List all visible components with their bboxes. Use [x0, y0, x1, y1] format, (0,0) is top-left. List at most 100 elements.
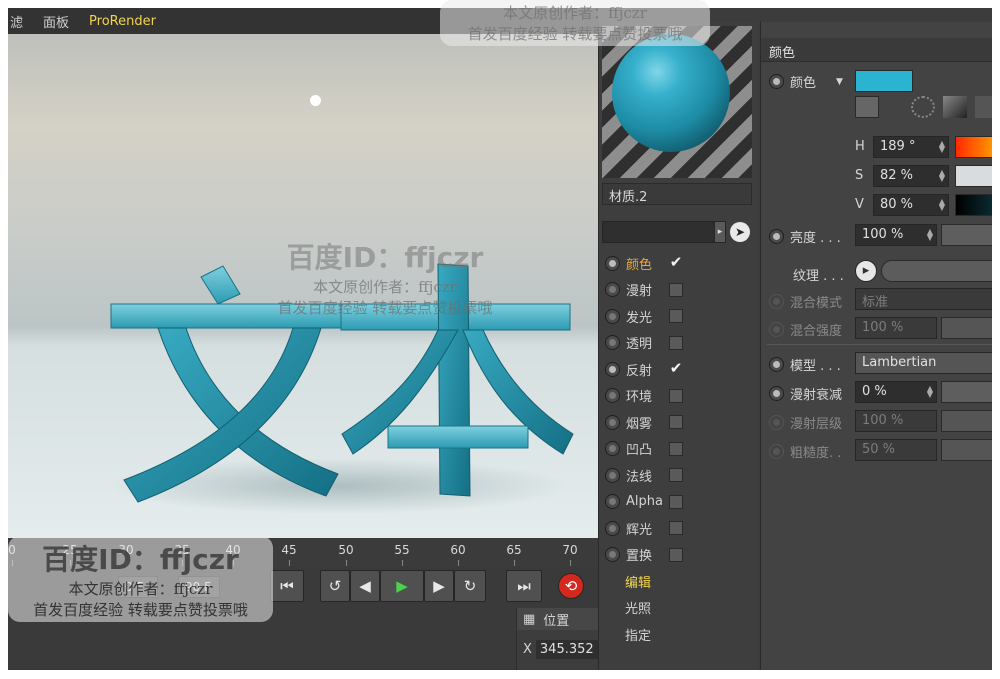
- image-picker-icon[interactable]: [975, 96, 992, 118]
- blend-mode-select[interactable]: 标准: [855, 288, 992, 310]
- param-radio[interactable]: [769, 74, 784, 89]
- channel-checkbox[interactable]: ✔: [669, 361, 683, 376]
- material-preview[interactable]: [602, 26, 752, 178]
- channel-radio[interactable]: [605, 361, 620, 377]
- prev-key-button[interactable]: ↺: [320, 570, 350, 602]
- menu-prorender[interactable]: ProRender: [89, 14, 156, 29]
- channel-transparency[interactable]: 透明: [599, 330, 759, 357]
- brightness-field[interactable]: 100 % ▲ ▼: [855, 224, 937, 246]
- channel-glow[interactable]: 辉光: [599, 515, 759, 542]
- timeline-ruler[interactable]: 0 25 30 35 40 45 50 55 60 65 70: [8, 538, 598, 566]
- diffuse-falloff-field[interactable]: 0 % ▲ ▼: [855, 381, 937, 403]
- channel-checkbox[interactable]: [669, 468, 683, 483]
- next-key-button[interactable]: ↻: [454, 570, 486, 602]
- channel-fog[interactable]: 烟雾: [599, 409, 759, 436]
- roughness-field[interactable]: 50 %: [855, 439, 937, 461]
- material-name-field[interactable]: 材质.2: [602, 183, 752, 205]
- spinner-icon[interactable]: ▲ ▼: [939, 140, 945, 154]
- channel-checkbox[interactable]: [669, 335, 683, 350]
- channel-diffusion[interactable]: 漫射: [599, 277, 759, 304]
- next-frame-button[interactable]: ▶: [424, 570, 454, 602]
- end-frame-field[interactable]: 90 F: [178, 576, 220, 598]
- channel-radio[interactable]: [605, 388, 620, 404]
- diffuse-level-field[interactable]: 100 %: [855, 410, 937, 432]
- hue-gradient[interactable]: [955, 136, 992, 158]
- texture-play-button[interactable]: ▸: [855, 260, 877, 282]
- record-button[interactable]: ⟲: [558, 573, 584, 599]
- value-gradient[interactable]: [955, 194, 992, 216]
- go-to-start-button[interactable]: ⏮: [270, 570, 304, 602]
- channel-checkbox[interactable]: [669, 494, 683, 509]
- color-wheel-icon[interactable]: [911, 96, 935, 118]
- channel-alpha[interactable]: Alpha: [599, 489, 759, 516]
- diffuse-falloff-slider[interactable]: [941, 381, 992, 403]
- blend-strength-field[interactable]: 100 %: [855, 317, 937, 339]
- channel-radio[interactable]: [605, 494, 620, 510]
- param-radio[interactable]: [769, 444, 784, 459]
- color-swatch[interactable]: [855, 70, 913, 92]
- param-radio[interactable]: [769, 322, 784, 337]
- tab-assign[interactable]: 指定: [599, 621, 759, 648]
- channel-radio[interactable]: [605, 308, 620, 324]
- channel-radio[interactable]: [605, 520, 620, 536]
- channel-checkbox[interactable]: [669, 309, 683, 324]
- channel-checkbox[interactable]: [669, 441, 683, 456]
- channel-displacement[interactable]: 置换: [599, 542, 759, 569]
- channel-radio[interactable]: [605, 467, 620, 483]
- 3d-text-object[interactable]: [8, 34, 598, 538]
- tab-editor[interactable]: 编辑: [599, 568, 759, 595]
- param-radio[interactable]: [769, 294, 784, 309]
- spinner-icon[interactable]: ▲ ▼: [939, 169, 945, 183]
- value-field[interactable]: 80 % ▲ ▼: [873, 194, 949, 216]
- spinner-icon[interactable]: ▲ ▼: [927, 385, 933, 399]
- channel-color[interactable]: 颜色 ✔: [599, 250, 759, 277]
- channel-radio[interactable]: [605, 255, 620, 271]
- diffuse-level-slider[interactable]: [941, 410, 992, 432]
- channel-radio[interactable]: [605, 282, 620, 298]
- spinner-icon[interactable]: ▲ ▼: [939, 198, 945, 212]
- roughness-slider[interactable]: [941, 439, 992, 461]
- param-radio[interactable]: [769, 357, 784, 372]
- channel-checkbox[interactable]: [669, 547, 683, 562]
- menu-panel[interactable]: 面板: [43, 12, 69, 31]
- tab-illumination[interactable]: 光照: [599, 595, 759, 622]
- channel-radio[interactable]: [605, 547, 620, 563]
- dropdown-arrow-icon[interactable]: ▸: [714, 221, 726, 243]
- brightness-slider[interactable]: [941, 224, 992, 246]
- position-x-field[interactable]: 345.352: [535, 640, 598, 659]
- spinner-icon[interactable]: ▲ ▼: [927, 228, 933, 242]
- channel-checkbox[interactable]: [669, 388, 683, 403]
- param-radio[interactable]: [769, 415, 784, 430]
- model-select[interactable]: Lambertian: [855, 352, 992, 374]
- param-radio[interactable]: [769, 386, 784, 401]
- channel-radio[interactable]: [605, 441, 620, 457]
- param-radio[interactable]: [769, 229, 784, 244]
- color-spectrum-icon[interactable]: [943, 96, 967, 118]
- channel-normal[interactable]: 法线: [599, 462, 759, 489]
- channel-checkbox[interactable]: [669, 415, 683, 430]
- channel-checkbox[interactable]: [669, 282, 683, 297]
- 3d-viewport[interactable]: [8, 34, 598, 538]
- prev-frame-button[interactable]: ◀: [350, 570, 380, 602]
- channel-checkbox[interactable]: ✔: [669, 255, 683, 270]
- hue-field[interactable]: 189 ° ▲ ▼: [873, 136, 949, 158]
- texture-slot[interactable]: [881, 260, 992, 282]
- start-frame-field[interactable]: 0 F: [118, 576, 158, 598]
- blend-strength-slider[interactable]: [941, 317, 992, 339]
- material-dropdown[interactable]: [602, 221, 724, 243]
- play-button[interactable]: ▶: [380, 570, 424, 602]
- channel-checkbox[interactable]: [669, 521, 683, 536]
- channel-luminance[interactable]: 发光: [599, 303, 759, 330]
- channel-reflectance[interactable]: 反射 ✔: [599, 356, 759, 383]
- menu-filter[interactable]: 滤: [10, 12, 23, 31]
- go-to-end-button[interactable]: ⏭: [506, 570, 542, 602]
- channel-radio[interactable]: [605, 335, 620, 351]
- saturation-field[interactable]: 82 % ▲ ▼: [873, 165, 949, 187]
- channel-bump[interactable]: 凹凸: [599, 436, 759, 463]
- channel-environment[interactable]: 环境: [599, 383, 759, 410]
- color-picker-icon[interactable]: [855, 96, 879, 118]
- channel-radio[interactable]: [605, 414, 620, 430]
- cursor-pick-icon[interactable]: ➤: [730, 222, 750, 242]
- saturation-gradient[interactable]: [955, 165, 992, 187]
- expand-arrow-icon[interactable]: ▼: [836, 77, 843, 87]
